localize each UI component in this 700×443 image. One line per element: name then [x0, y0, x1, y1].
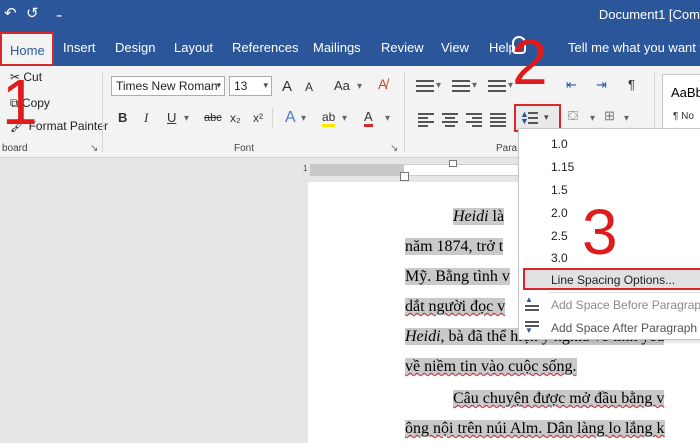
clear-formatting-icon[interactable]: A̸: [378, 76, 387, 92]
tab-home[interactable]: Home: [0, 32, 54, 66]
line-spacing-options-item[interactable]: Line Spacing Options...: [523, 268, 700, 290]
tab-layout[interactable]: Layout: [174, 40, 213, 55]
font-name-combo[interactable]: Times New Roman ▾: [111, 76, 225, 96]
chevron-down-icon: ▾: [544, 112, 549, 122]
tab-mailings[interactable]: Mailings: [313, 40, 361, 55]
group-divider: [272, 108, 273, 128]
tab-references[interactable]: References: [232, 40, 298, 55]
annotation-step-3: 3: [582, 196, 618, 268]
chevron-down-icon[interactable]: ▾: [342, 113, 347, 124]
add-space-before-item[interactable]: Add Space Before Paragraph: [551, 298, 700, 312]
chevron-down-icon: ▾: [216, 80, 221, 90]
annotation-step-1: 1: [2, 66, 38, 138]
doc-line: Heidi là: [453, 208, 505, 225]
doc-line: Câu chuyện được mở đầu bằng v: [453, 390, 665, 407]
doc-line: năm 1874, trở t: [405, 238, 504, 255]
menu-item-2-0[interactable]: 2.0: [551, 206, 568, 220]
doc-line: dắt người đọc v: [405, 298, 506, 315]
italic-button[interactable]: I: [144, 110, 148, 126]
tab-design[interactable]: Design: [115, 40, 155, 55]
underline-button[interactable]: U: [167, 110, 176, 125]
multilevel-list-icon[interactable]: [488, 80, 506, 94]
first-line-indent-marker[interactable]: [449, 160, 457, 167]
redo-icon[interactable]: ↺: [26, 4, 39, 22]
add-space-before-icon: ▲: [525, 296, 539, 313]
bullets-icon[interactable]: [416, 80, 434, 94]
shrink-font-button[interactable]: A: [305, 80, 313, 94]
tab-view[interactable]: View: [441, 40, 469, 55]
borders-icon[interactable]: ⊞: [604, 108, 615, 124]
chevron-down-icon[interactable]: ▾: [385, 113, 390, 124]
numbering-icon[interactable]: [452, 80, 470, 94]
clipboard-launcher-icon[interactable]: ↘: [90, 143, 98, 154]
change-case-button[interactable]: Aa: [334, 78, 350, 93]
bold-button[interactable]: B: [118, 110, 127, 125]
decrease-indent-icon[interactable]: ⇤: [566, 77, 577, 93]
ribbon-tabs: Home Insert Design Layout References Mai…: [0, 30, 700, 66]
doc-line: ông nội trên núi Alm. Dân làng lo lắng k: [405, 420, 665, 437]
strikethrough-button[interactable]: abc: [204, 112, 222, 124]
document-title: Document1 [Com: [598, 7, 700, 22]
chevron-down-icon[interactable]: ▾: [301, 113, 306, 124]
add-space-after-icon: ▼: [525, 320, 539, 336]
menu-item-1-5[interactable]: 1.5: [551, 183, 568, 197]
doc-line: về niềm tin vào cuộc sống.: [405, 358, 577, 375]
chevron-down-icon: ▾: [263, 80, 268, 90]
justify-icon[interactable]: [490, 113, 506, 127]
align-left-icon[interactable]: [418, 113, 434, 127]
menu-item-3-0[interactable]: 3.0: [551, 251, 568, 265]
grow-font-button[interactable]: A: [282, 78, 292, 95]
group-divider: [404, 72, 405, 152]
menu-divider: [549, 292, 700, 293]
highlight-color-button[interactable]: ab: [322, 110, 336, 127]
tab-review[interactable]: Review: [381, 40, 424, 55]
chevron-down-icon[interactable]: ▾: [624, 113, 629, 124]
font-color-button[interactable]: A: [364, 109, 373, 127]
shading-icon[interactable]: ⛋: [568, 108, 578, 124]
clipboard-group-label: board: [2, 143, 28, 154]
font-size-combo[interactable]: 13 ▾: [229, 76, 272, 96]
menu-item-1-15[interactable]: 1.15: [551, 160, 574, 174]
paragraph-group-label: Para: [496, 143, 518, 154]
annotation-step-2: 2: [512, 26, 548, 98]
show-hide-button[interactable]: ¶: [628, 77, 635, 92]
text-effects-button[interactable]: A: [285, 109, 296, 127]
indent-marker[interactable]: [400, 172, 409, 181]
tell-me-search[interactable]: Tell me what you want to: [568, 40, 700, 55]
chevron-down-icon[interactable]: ▾: [184, 113, 189, 124]
subscript-button[interactable]: x₂: [230, 111, 241, 125]
menu-item-1-0[interactable]: 1.0: [551, 137, 568, 151]
style-normal[interactable]: AaBbC ¶ No: [662, 74, 700, 134]
align-center-icon[interactable]: [442, 113, 458, 127]
chevron-down-icon[interactable]: ▾: [357, 81, 362, 92]
undo-icon[interactable]: ↶: [4, 4, 17, 22]
ruler-margin: [310, 164, 404, 176]
ruler-mark: 1: [303, 164, 308, 173]
line-spacing-icon: ▲ ▼: [520, 110, 538, 126]
customize-qat-icon[interactable]: ₌: [56, 7, 62, 21]
font-group-label: Font: [234, 143, 255, 154]
align-right-icon[interactable]: [466, 113, 482, 127]
add-space-after-item[interactable]: Add Space After Paragraph: [551, 321, 697, 335]
title-bar: ↶ ↺ ₌ Document1 [Com: [0, 0, 700, 30]
group-divider: [102, 72, 103, 152]
font-launcher-icon[interactable]: ↘: [390, 143, 398, 154]
chevron-down-icon[interactable]: ▾: [436, 80, 441, 91]
tab-insert[interactable]: Insert: [63, 40, 96, 55]
increase-indent-icon[interactable]: ⇥: [596, 77, 607, 93]
menu-item-2-5[interactable]: 2.5: [551, 229, 568, 243]
chevron-down-icon[interactable]: ▾: [472, 80, 477, 91]
chevron-down-icon[interactable]: ▾: [590, 113, 595, 124]
doc-line: Mỹ. Bằng tình v: [405, 268, 510, 285]
superscript-button[interactable]: x²: [253, 111, 263, 125]
